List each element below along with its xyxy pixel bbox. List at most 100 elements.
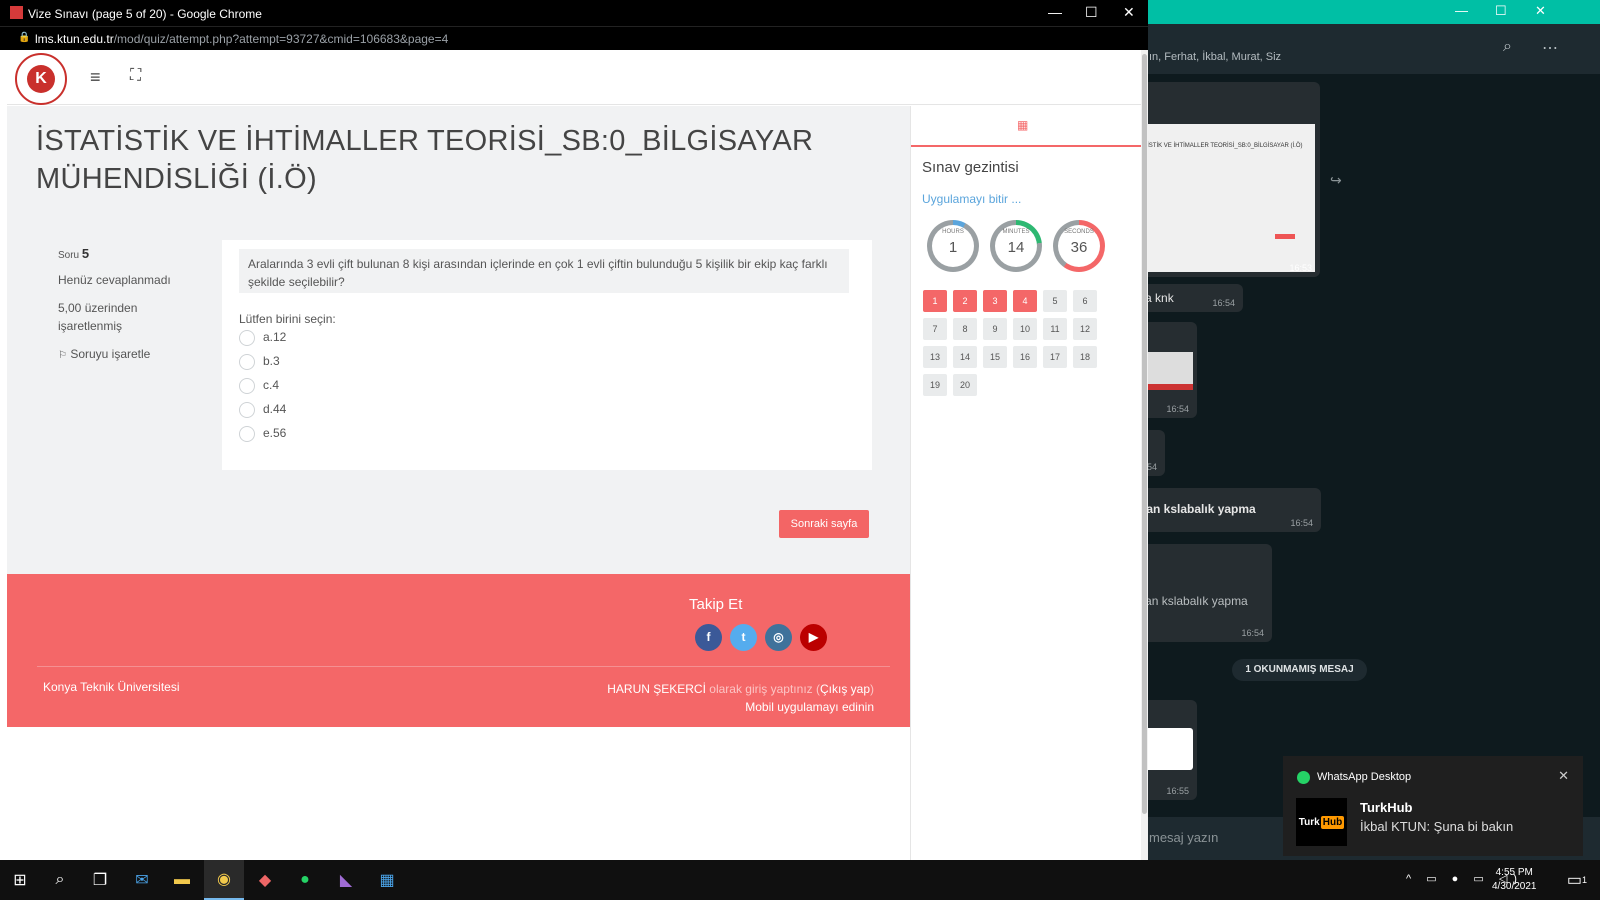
grid-icon[interactable]: ▦ [1017,118,1028,132]
university-logo[interactable]: K [15,53,67,105]
calculator-icon[interactable]: ▦ [367,860,407,900]
next-page-button[interactable]: Sonraki sayfa [779,510,869,538]
minimize-icon[interactable]: — [1455,3,1468,18]
facebook-icon[interactable]: f [695,624,722,651]
question-nav-button[interactable]: 6 [1073,290,1097,312]
radio-button[interactable] [239,401,255,418]
answer-option-b[interactable]: b.3 [239,352,280,370]
question-nav-button[interactable]: 10 [1013,318,1037,340]
option-label[interactable]: d.44 [263,402,286,416]
question-nav-button[interactable]: 17 [1043,346,1067,368]
flag-label[interactable]: Soruyu işaretle [70,347,150,361]
windows-start-icon[interactable]: ⊞ [0,860,40,900]
search-icon[interactable]: ⌕ [1503,38,1512,56]
twitter-icon[interactable]: t [730,624,757,651]
timer-seconds: SECONDS 36 [1053,220,1105,272]
user-name-link[interactable]: HARUN ŞEKERCİ [607,682,706,696]
forward-icon[interactable]: ↪ [1330,172,1342,189]
university-name: Konya Teknik Üniversitesi [43,680,180,694]
option-label[interactable]: a.12 [263,330,286,344]
question-nav-button[interactable]: 19 [923,374,947,396]
answer-option-a[interactable]: a.12 [239,328,286,346]
instagram-icon[interactable]: ◎ [765,624,792,651]
more-options-icon[interactable]: ⋯ [1542,38,1558,58]
radio-button[interactable] [239,377,255,394]
radio-button[interactable] [239,329,255,346]
minimize-icon[interactable]: — [1048,4,1062,20]
question-nav-button[interactable]: 16 [1013,346,1037,368]
visual-studio-icon[interactable]: ◣ [326,860,366,900]
youtube-icon[interactable]: ▶ [800,624,827,651]
url-host: lms.ktun.edu.tr [35,32,114,46]
timer-value: 36 [1070,239,1088,256]
close-icon[interactable]: ✕ [1123,4,1135,21]
answer-option-d[interactable]: d.44 [239,400,286,418]
answer-option-c[interactable]: c.4 [239,376,279,394]
answer-option-e[interactable]: e.56 [239,424,286,442]
question-nav-button[interactable]: 3 [983,290,1007,312]
question-nav-button[interactable]: 4 [1013,290,1037,312]
flag-question[interactable]: ⚐ Soruyu işaretle [58,345,188,365]
close-icon[interactable]: ✕ [1535,3,1546,19]
radio-button[interactable] [239,425,255,442]
question-nav-button[interactable]: 18 [1073,346,1097,368]
question-info: Soru 5 Henüz cevaplanmadı 5,00 üzerinden… [58,246,188,365]
hamburger-menu-icon[interactable]: ≡ [90,67,101,88]
question-nav-button[interactable]: 5 [1043,290,1067,312]
finish-attempt-link[interactable]: Uygulamayı bitir ... [922,192,1021,206]
question-nav-button[interactable]: 2 [953,290,977,312]
question-nav-button[interactable]: 9 [983,318,1007,340]
moodle-page: K ≡ ⛶ İSTATİSTİK VE İHTİMALLER TEORİSİ_S… [7,50,1141,860]
mail-icon[interactable]: ✉ [122,860,162,900]
notification-app-name: WhatsApp Desktop [1317,771,1412,783]
flag-icon[interactable]: ⚐ [58,350,67,361]
app-icon[interactable]: ◆ [245,860,285,900]
question-nav-button[interactable]: 12 [1073,318,1097,340]
option-label[interactable]: c.4 [263,378,279,392]
compose-input[interactable]: mesaj yazın [1149,830,1218,845]
whatsapp-notification[interactable]: WhatsApp Desktop ✕ Turk Hub TurkHub İkbal… [1283,756,1583,856]
option-label[interactable]: e.56 [263,426,286,440]
question-nav-button[interactable]: 8 [953,318,977,340]
file-explorer-icon[interactable]: ▬ [162,860,202,900]
timer-hours: HOURS 1 [927,220,979,272]
scrollbar[interactable] [1141,50,1148,860]
question-nav-button[interactable]: 20 [953,374,977,396]
question-nav-button[interactable]: 14 [953,346,977,368]
chat-header[interactable]: ın, Ferhat, İkbal, Murat, Siz ⌕ ⋯ [1125,24,1600,74]
lock-icon[interactable]: 🔒 [18,32,30,43]
fullscreen-icon[interactable]: ⛶ [130,67,141,85]
message-text: belan kslabalık yapma [1129,502,1256,516]
question-nav-button[interactable]: 15 [983,346,1007,368]
image-message[interactable]: İSTATİSTİK VE İHTİMALLER TEORİSİ_SB:0_Bİ… [1125,82,1320,277]
mobile-app-link[interactable]: Mobil uygulamayı edinin [607,698,874,716]
task-view-icon[interactable]: ❐ [80,860,120,900]
question-nav-button[interactable]: 11 [1043,318,1067,340]
search-icon[interactable]: ⌕ [40,860,80,900]
timer-label: SECONDS [1064,229,1094,235]
whatsapp-icon [1297,771,1310,784]
option-label[interactable]: b.3 [263,354,280,368]
question-nav-button[interactable]: 13 [923,346,947,368]
maximize-icon[interactable]: ☐ [1085,4,1098,21]
whatsapp-icon[interactable]: ● [285,860,325,900]
message-time: 16:54 [1241,628,1264,638]
question-nav-button[interactable]: 1 [923,290,947,312]
scrollbar-thumb[interactable] [1142,54,1147,814]
question-nav-button[interactable]: 7 [923,318,947,340]
question-text: Aralarında 3 evli çift bulunan 8 kişi ar… [239,249,849,293]
message-bubble: belan kslabalık yapma 16:54 [1125,488,1321,532]
close-icon[interactable]: ✕ [1558,768,1569,784]
drawer-tab[interactable]: ▦ [911,106,1141,147]
main-content: İSTATİSTİK VE İHTİMALLER TEORİSİ_SB:0_Bİ… [7,106,910,576]
logout-link[interactable]: Çıkış yap [820,682,870,696]
maximize-icon[interactable]: ☐ [1495,3,1507,19]
url-text[interactable]: lms.ktun.edu.tr/mod/quiz/attempt.php?att… [35,32,448,46]
notifications-icon[interactable]: ▭ 1 [1557,860,1597,900]
timer-value: 14 [1007,239,1025,256]
address-bar[interactable]: 🔒 lms.ktun.edu.tr/mod/quiz/attempt.php?a… [0,26,1148,50]
system-clock[interactable]: 4:55 PM 4/30/2021 [1492,866,1537,894]
radio-button[interactable] [239,353,255,370]
chrome-icon[interactable]: ◉ [204,860,244,900]
question-box: Aralarında 3 evli çift bulunan 8 kişi ar… [222,240,872,470]
